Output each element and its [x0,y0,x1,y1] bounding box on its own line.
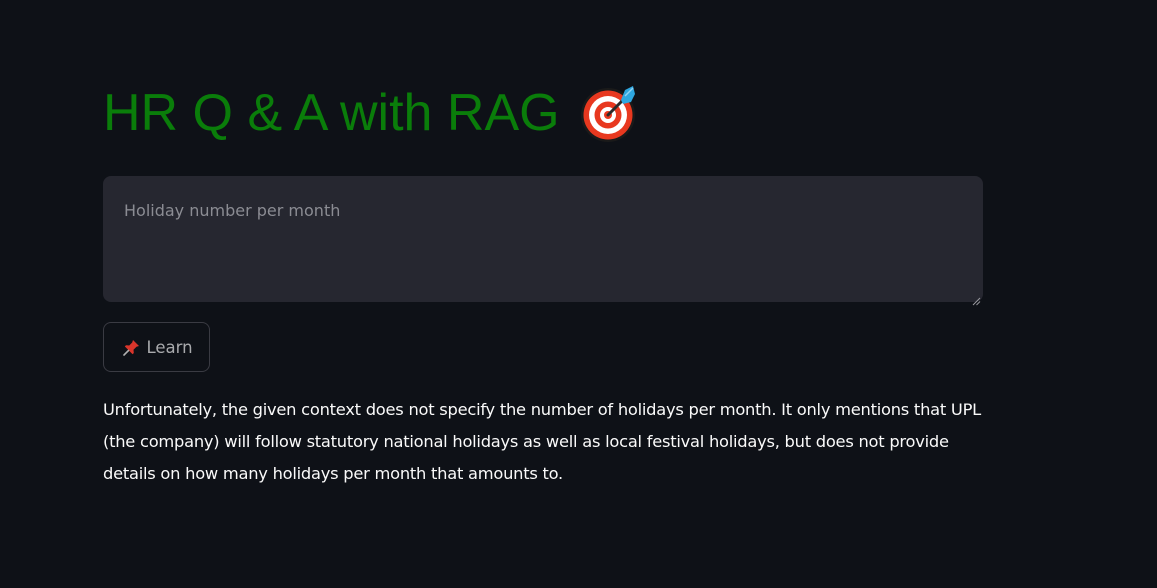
target-dart-icon [580,82,639,144]
resize-handle-icon[interactable] [972,291,981,306]
answer-text: Unfortunately, the given context does no… [103,400,981,483]
title-row: HR Q & A with RAG [103,82,639,144]
learn-button-label: Learn [146,337,193,357]
page-title: HR Q & A with RAG [103,84,560,142]
learn-button[interactable]: Learn [103,322,210,372]
app-container: HR Q & A with RAG Holiday number per mon… [0,0,1157,588]
query-input-container [103,176,983,306]
pushpin-icon [122,338,141,357]
query-input[interactable] [103,176,983,302]
